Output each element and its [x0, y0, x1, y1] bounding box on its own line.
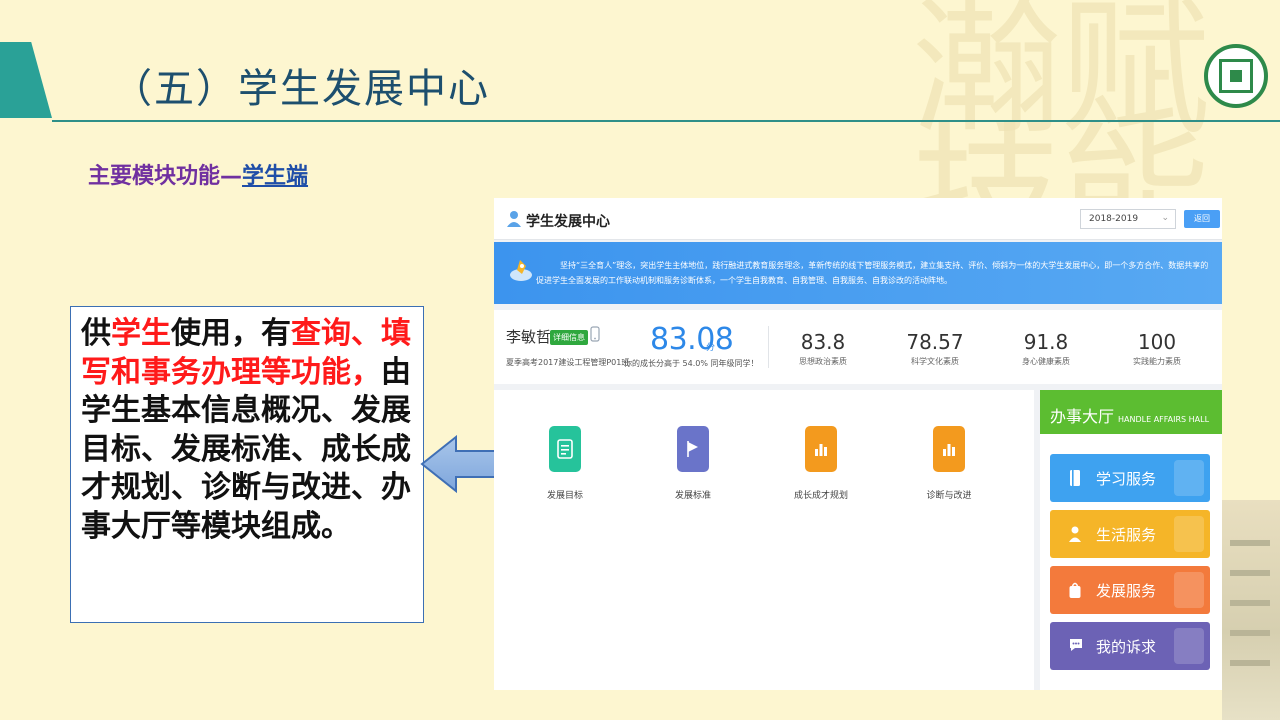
hall-button-label: 学习服务 — [1096, 470, 1157, 488]
hall-title: 办事大厅 — [1050, 407, 1115, 426]
subtitle-text: 主要模块功能— — [88, 164, 243, 189]
year-select[interactable]: 2018-2019 ⌄ — [1080, 209, 1176, 229]
intro-banner: 坚持“三全育人”理念，突出学生主体地位，践行融进式教育服务理念，革新传统的线下管… — [494, 242, 1222, 304]
bag-icon — [1069, 582, 1081, 598]
stat-value: 78.57 — [906, 330, 964, 354]
detail-info-button[interactable]: 详细信息 — [550, 330, 588, 345]
module-growth-plan[interactable]: 成长成才规划 — [776, 426, 866, 501]
title-accent-bar — [0, 42, 52, 118]
stat-value: 83.8 — [800, 330, 846, 354]
bar-chart-icon — [933, 426, 965, 472]
stat-value: 91.8 — [1023, 330, 1069, 354]
title-divider — [52, 120, 1280, 122]
user-icon — [507, 211, 521, 227]
person-icon — [1069, 526, 1081, 542]
stat-item: 78.57 科学文化素质 — [890, 330, 980, 367]
banner-text: 坚持“三全育人”理念，突出学生主体地位，践行融进式教育服务理念，革新传统的线下管… — [536, 261, 1209, 285]
student-stats-panel: 李敏哲 详细信息 夏季高考2017建设工程管理P01班 83.08 分 你的成长… — [494, 310, 1222, 384]
desc-segment-highlight: 学生 — [111, 316, 171, 351]
phone-icon[interactable] — [590, 326, 600, 342]
app-header: 学生发展中心 2018-2019 ⌄ 返回 — [494, 198, 1222, 240]
score-description: 你的成长分高于 54.0% 同年级同学！ — [624, 359, 759, 368]
bar-chart-icon — [805, 426, 837, 472]
desc-segment: 供 — [81, 316, 111, 351]
book-icon — [1070, 470, 1080, 486]
back-button[interactable]: 返回 — [1184, 210, 1220, 228]
flag-icon — [677, 426, 709, 472]
module-development-standards[interactable]: 发展标准 — [648, 426, 738, 501]
score-unit: 分 — [706, 343, 716, 353]
module-panel: 发展目标 发展标准 成长成才规划 诊断与改进 — [494, 390, 1034, 690]
stat-label: 身心健康素质 — [1022, 357, 1070, 366]
stat-value: 100 — [1137, 330, 1177, 354]
affairs-hall-panel: 办事大厅 HANDLE AFFAIRS HALL 学习服务 生活服务 发展服务 我… — [1040, 390, 1222, 690]
app-title: 学生发展中心 — [526, 214, 610, 230]
slide-title: （五）学生发展中心 — [112, 66, 490, 112]
stat-label: 科学文化素质 — [911, 357, 959, 366]
module-label: 发展目标 — [546, 491, 583, 501]
hall-title-en: HANDLE AFFAIRS HALL — [1118, 415, 1210, 424]
chat-icon — [1070, 639, 1082, 651]
stat-item: 83.8 思想政治素质 — [778, 330, 868, 367]
life-service-button[interactable]: 生活服务 — [1050, 510, 1210, 558]
development-service-button[interactable]: 发展服务 — [1050, 566, 1210, 614]
module-diagnosis-improvement[interactable]: 诊断与改进 — [904, 426, 994, 501]
student-class: 夏季高考2017建设工程管理P01班 — [506, 358, 630, 367]
module-label: 发展标准 — [674, 491, 711, 501]
affairs-hall-header: 办事大厅 HANDLE AFFAIRS HALL — [1040, 390, 1222, 434]
module-label: 成长成才规划 — [793, 491, 848, 501]
stat-label: 思想政治素质 — [799, 357, 847, 366]
stat-label: 实践能力素质 — [1133, 357, 1181, 366]
stat-item: 91.8 身心健康素质 — [1001, 330, 1091, 367]
school-logo — [1204, 44, 1268, 108]
hall-button-label: 生活服务 — [1096, 526, 1157, 544]
student-name: 李敏哲 — [506, 328, 552, 346]
section-subtitle: 主要模块功能—学生端 — [88, 158, 308, 190]
hall-button-label: 我的诉求 — [1096, 638, 1157, 656]
subtitle-link[interactable]: 学生端 — [242, 164, 308, 189]
stat-item: 100 实践能力素质 — [1112, 330, 1202, 367]
description-box: 供学生使用，有查询、填写和事务办理等功能，由学生基本信息概况、发展目标、发展标准… — [70, 306, 424, 623]
growth-score: 83.08 — [650, 322, 734, 357]
rocket-cloud-icon — [510, 260, 532, 281]
desc-segment: 使用，有 — [171, 316, 291, 351]
chevron-down-icon: ⌄ — [1161, 213, 1169, 223]
module-label: 诊断与改进 — [926, 491, 972, 501]
my-appeal-button[interactable]: 我的诉求 — [1050, 622, 1210, 670]
divider — [768, 326, 769, 368]
study-service-button[interactable]: 学习服务 — [1050, 454, 1210, 502]
module-development-goals[interactable]: 发展目标 — [520, 426, 610, 501]
year-select-value: 2018-2019 — [1089, 214, 1139, 224]
app-screenshot: 学生发展中心 2018-2019 ⌄ 返回 坚持“三全育人”理念，突出学生主体地… — [494, 198, 1222, 690]
document-icon — [549, 426, 581, 472]
hall-button-label: 发展服务 — [1096, 582, 1157, 600]
background-building-image — [1222, 500, 1280, 720]
